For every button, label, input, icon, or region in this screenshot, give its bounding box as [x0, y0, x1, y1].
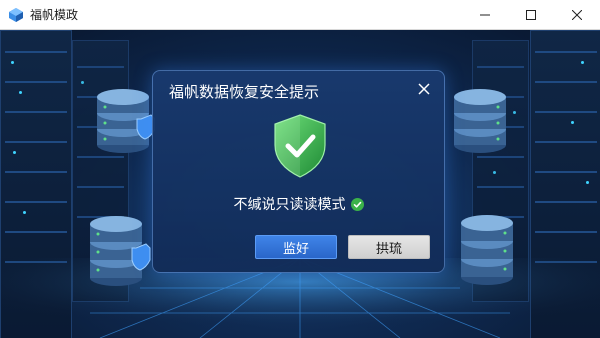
app-logo-icon [9, 7, 23, 22]
app-window: 福帆模政 福帆数据恢复安全提示 不缄说只读读模式 监好 拱琉 [0, 0, 600, 338]
close-icon [572, 9, 582, 20]
database-icon [454, 89, 506, 153]
cancel-button[interactable]: 拱琉 [348, 235, 430, 259]
dialog-close-button[interactable] [414, 79, 434, 99]
confirm-button[interactable]: 监好 [255, 235, 337, 259]
security-dialog: 福帆数据恢复安全提示 不缄说只读读模式 监好 拱琉 [152, 70, 445, 273]
status-message: 不缄说只读读模式 [153, 194, 444, 214]
window-close-button[interactable] [554, 0, 600, 30]
maximize-button[interactable] [508, 0, 554, 30]
close-icon [418, 83, 430, 95]
minimize-icon [480, 14, 490, 15]
dialog-title: 福帆数据恢复安全提示 [169, 83, 320, 101]
database-icon [90, 216, 151, 286]
title-bar[interactable]: 福帆模政 [0, 0, 600, 30]
status-text: 不缄说只读读模式 [233, 197, 346, 213]
check-circle-icon [350, 197, 364, 211]
shield-check-icon [274, 114, 326, 178]
window-controls [462, 0, 600, 30]
database-icon [97, 89, 155, 153]
database-icon [461, 215, 513, 285]
minimize-button[interactable] [462, 0, 508, 30]
window-title: 福帆模政 [30, 8, 79, 22]
maximize-icon [526, 9, 536, 20]
